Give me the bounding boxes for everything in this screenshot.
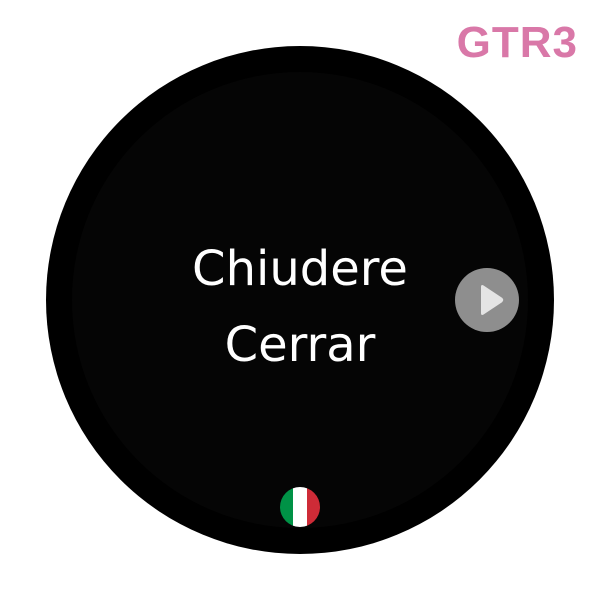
device-model-label: GTR3	[456, 18, 578, 67]
italy-flag-icon[interactable]	[280, 487, 320, 527]
flag-stripe-white	[293, 487, 307, 527]
play-icon	[481, 285, 504, 315]
play-audio-button[interactable]	[455, 268, 519, 332]
